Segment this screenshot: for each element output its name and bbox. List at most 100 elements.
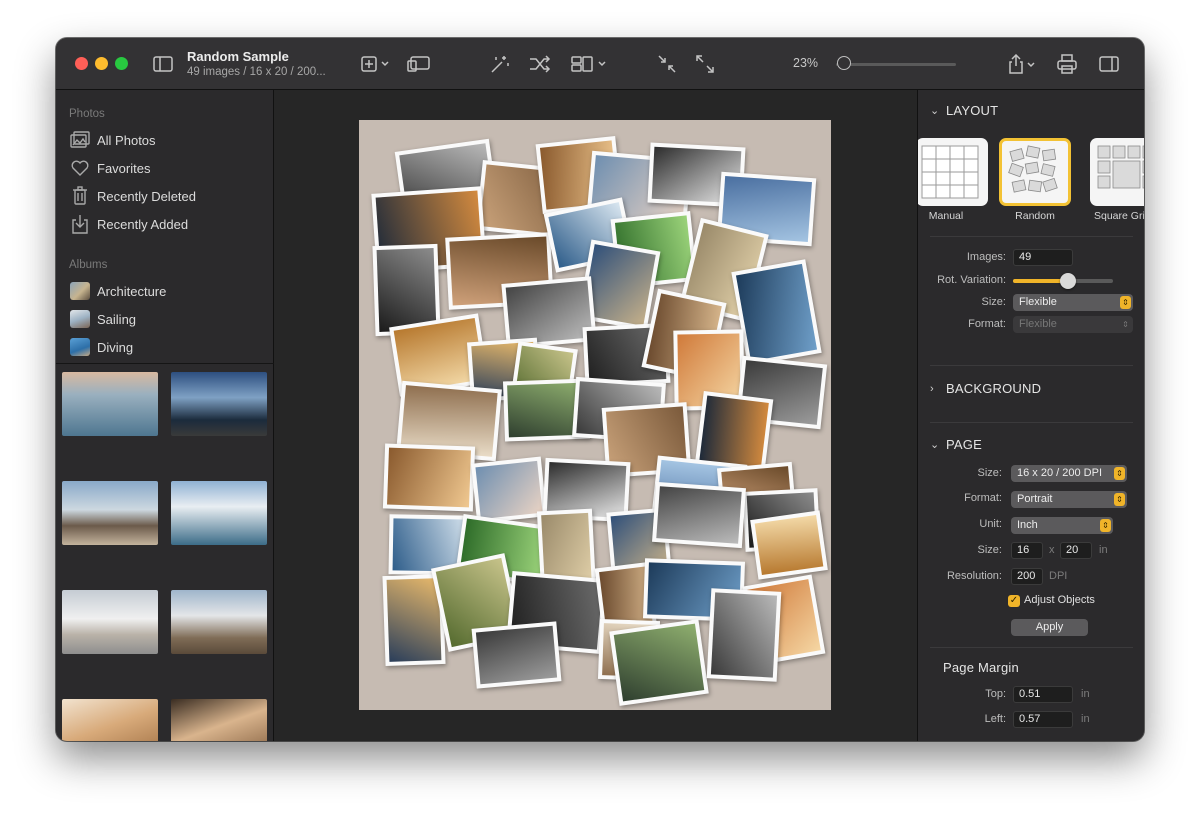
- magic-wand-icon[interactable]: [488, 53, 512, 75]
- adjust-objects-checkbox[interactable]: ✓: [1008, 595, 1020, 607]
- layout-format-label: Format:: [968, 318, 1006, 330]
- unit-label: Unit:: [979, 518, 1002, 530]
- page-section-header[interactable]: ⌄ PAGE: [930, 437, 982, 452]
- divider: [930, 422, 1133, 423]
- page-size-popup[interactable]: 16 x 20 / 200 DPI ⇕: [1011, 465, 1127, 482]
- photo-thumbnail[interactable]: [62, 590, 158, 654]
- page-size-label: Size:: [977, 467, 1002, 479]
- window-title: Random Sample: [187, 49, 289, 64]
- photo-thumbnail[interactable]: [171, 590, 267, 654]
- window-subtitle: 49 images / 16 x 20 / 200...: [187, 66, 326, 78]
- stepper-icon: ⇕: [1120, 296, 1131, 309]
- layout-section-header[interactable]: ⌄ LAYOUT: [930, 103, 998, 118]
- chevron-down-icon: ⌄: [930, 105, 940, 117]
- sidebar-item-recently-deleted[interactable]: Recently Deleted: [69, 185, 196, 207]
- inspector-panel: ⌄ LAYOUT Manual Random Square Gr Images:…: [917, 90, 1144, 741]
- photo-thumbnail[interactable]: [62, 481, 158, 545]
- background-section-header[interactable]: › BACKGROUND: [930, 381, 1041, 396]
- photo-thumbnail[interactable]: [171, 372, 267, 436]
- print-icon[interactable]: [1056, 53, 1078, 75]
- sidebar-item-label: Architecture: [97, 283, 167, 299]
- layout-size-label: Size:: [981, 296, 1006, 308]
- photos-icon: [69, 130, 91, 150]
- layout-option-label: Random: [1015, 210, 1055, 222]
- collage-photo[interactable]: [750, 510, 828, 580]
- sidebar-divider: [56, 363, 274, 364]
- divider: [930, 647, 1133, 648]
- layout-icon[interactable]: [570, 53, 610, 75]
- collage-page[interactable]: [359, 120, 831, 710]
- sidebar-item-label: Recently Added: [97, 216, 189, 232]
- heart-icon: [69, 158, 91, 178]
- album-thumbnail: [69, 309, 91, 329]
- sidebar-toggle-icon[interactable]: [151, 53, 175, 75]
- shuffle-icon[interactable]: [528, 53, 552, 75]
- inspector-toggle-icon[interactable]: [1098, 53, 1120, 75]
- margin-left-unit: in: [1081, 713, 1090, 725]
- photo-thumbnail[interactable]: [62, 372, 158, 436]
- collapse-icon[interactable]: [656, 53, 678, 75]
- sidebar-item-label: Diving: [97, 339, 134, 355]
- divider: [930, 365, 1133, 366]
- margin-left-field[interactable]: 0.57: [1013, 711, 1073, 728]
- apply-button[interactable]: Apply: [1011, 619, 1088, 636]
- trash-icon: [69, 186, 91, 206]
- add-icon[interactable]: [360, 53, 392, 75]
- zoom-slider-knob[interactable]: [837, 56, 851, 70]
- photos-section-title: Photos: [69, 108, 105, 120]
- zoom-label: 23%: [793, 56, 819, 70]
- collage-photo[interactable]: [382, 443, 476, 512]
- layout-option-manual[interactable]: [918, 138, 988, 206]
- sidebar: Photos All Photos Favorites Recently Del…: [56, 90, 274, 741]
- sidebar-item-sailing[interactable]: Sailing: [69, 308, 136, 330]
- dimension-separator: x: [1049, 544, 1055, 556]
- stepper-icon: ⇕: [1114, 467, 1125, 480]
- page-height-field[interactable]: 20: [1060, 542, 1092, 559]
- layout-size-popup[interactable]: Flexible ⇕: [1013, 294, 1133, 311]
- collage-canvas: [275, 90, 916, 741]
- albums-section-title: Albums: [69, 259, 108, 271]
- share-icon[interactable]: [1006, 53, 1038, 75]
- sidebar-item-label: All Photos: [97, 132, 156, 148]
- zoom-slider[interactable]: [836, 63, 956, 66]
- close-window-button[interactable]: [75, 57, 88, 70]
- album-thumbnail: [69, 281, 91, 301]
- page-format-label: Format:: [964, 492, 1002, 504]
- expand-icon[interactable]: [694, 53, 716, 75]
- sidebar-item-recently-added[interactable]: Recently Added: [69, 213, 188, 235]
- resolution-field[interactable]: 200: [1011, 568, 1043, 585]
- page-format-popup[interactable]: Portrait ⇕: [1011, 491, 1127, 508]
- photo-thumbnail[interactable]: [171, 699, 267, 741]
- collage-photo[interactable]: [471, 456, 547, 524]
- unit-popup[interactable]: Inch ⇕: [1011, 517, 1113, 534]
- rotation-variation-label: Rot. Variation:: [937, 274, 1006, 286]
- margin-top-unit: in: [1081, 688, 1090, 700]
- page-width-field[interactable]: 16: [1011, 542, 1043, 559]
- collage-photo[interactable]: [731, 259, 822, 366]
- sidebar-item-favorites[interactable]: Favorites: [69, 157, 150, 179]
- collage-photo[interactable]: [706, 588, 782, 682]
- zoom-window-button[interactable]: [115, 57, 128, 70]
- layout-format-popup[interactable]: Flexible ⇕: [1013, 316, 1133, 333]
- album-thumbnail: [69, 337, 91, 357]
- sidebar-item-diving[interactable]: Diving: [69, 336, 133, 358]
- margin-top-field[interactable]: 0.51: [1013, 686, 1073, 703]
- slideshow-icon[interactable]: [406, 53, 432, 75]
- layout-option-square-grid[interactable]: [1090, 138, 1144, 206]
- photo-thumbnail[interactable]: [171, 481, 267, 545]
- sidebar-item-all-photos[interactable]: All Photos: [69, 129, 156, 151]
- resolution-label: Resolution:: [946, 570, 1002, 582]
- collage-photo[interactable]: [609, 619, 709, 706]
- rotation-variation-knob[interactable]: [1060, 273, 1076, 289]
- photo-thumbnail[interactable]: [62, 699, 158, 741]
- page-margin-header: Page Margin: [943, 660, 1019, 675]
- resolution-unit: DPI: [1049, 570, 1068, 582]
- collage-photo[interactable]: [471, 621, 562, 689]
- minimize-window-button[interactable]: [95, 57, 108, 70]
- sidebar-item-architecture[interactable]: Architecture: [69, 280, 166, 302]
- margin-left-label: Left:: [984, 713, 1006, 725]
- chevron-right-icon: ›: [930, 382, 934, 395]
- images-count-field[interactable]: 49: [1013, 249, 1073, 266]
- collage-photo[interactable]: [652, 481, 746, 549]
- layout-option-random[interactable]: [999, 138, 1071, 206]
